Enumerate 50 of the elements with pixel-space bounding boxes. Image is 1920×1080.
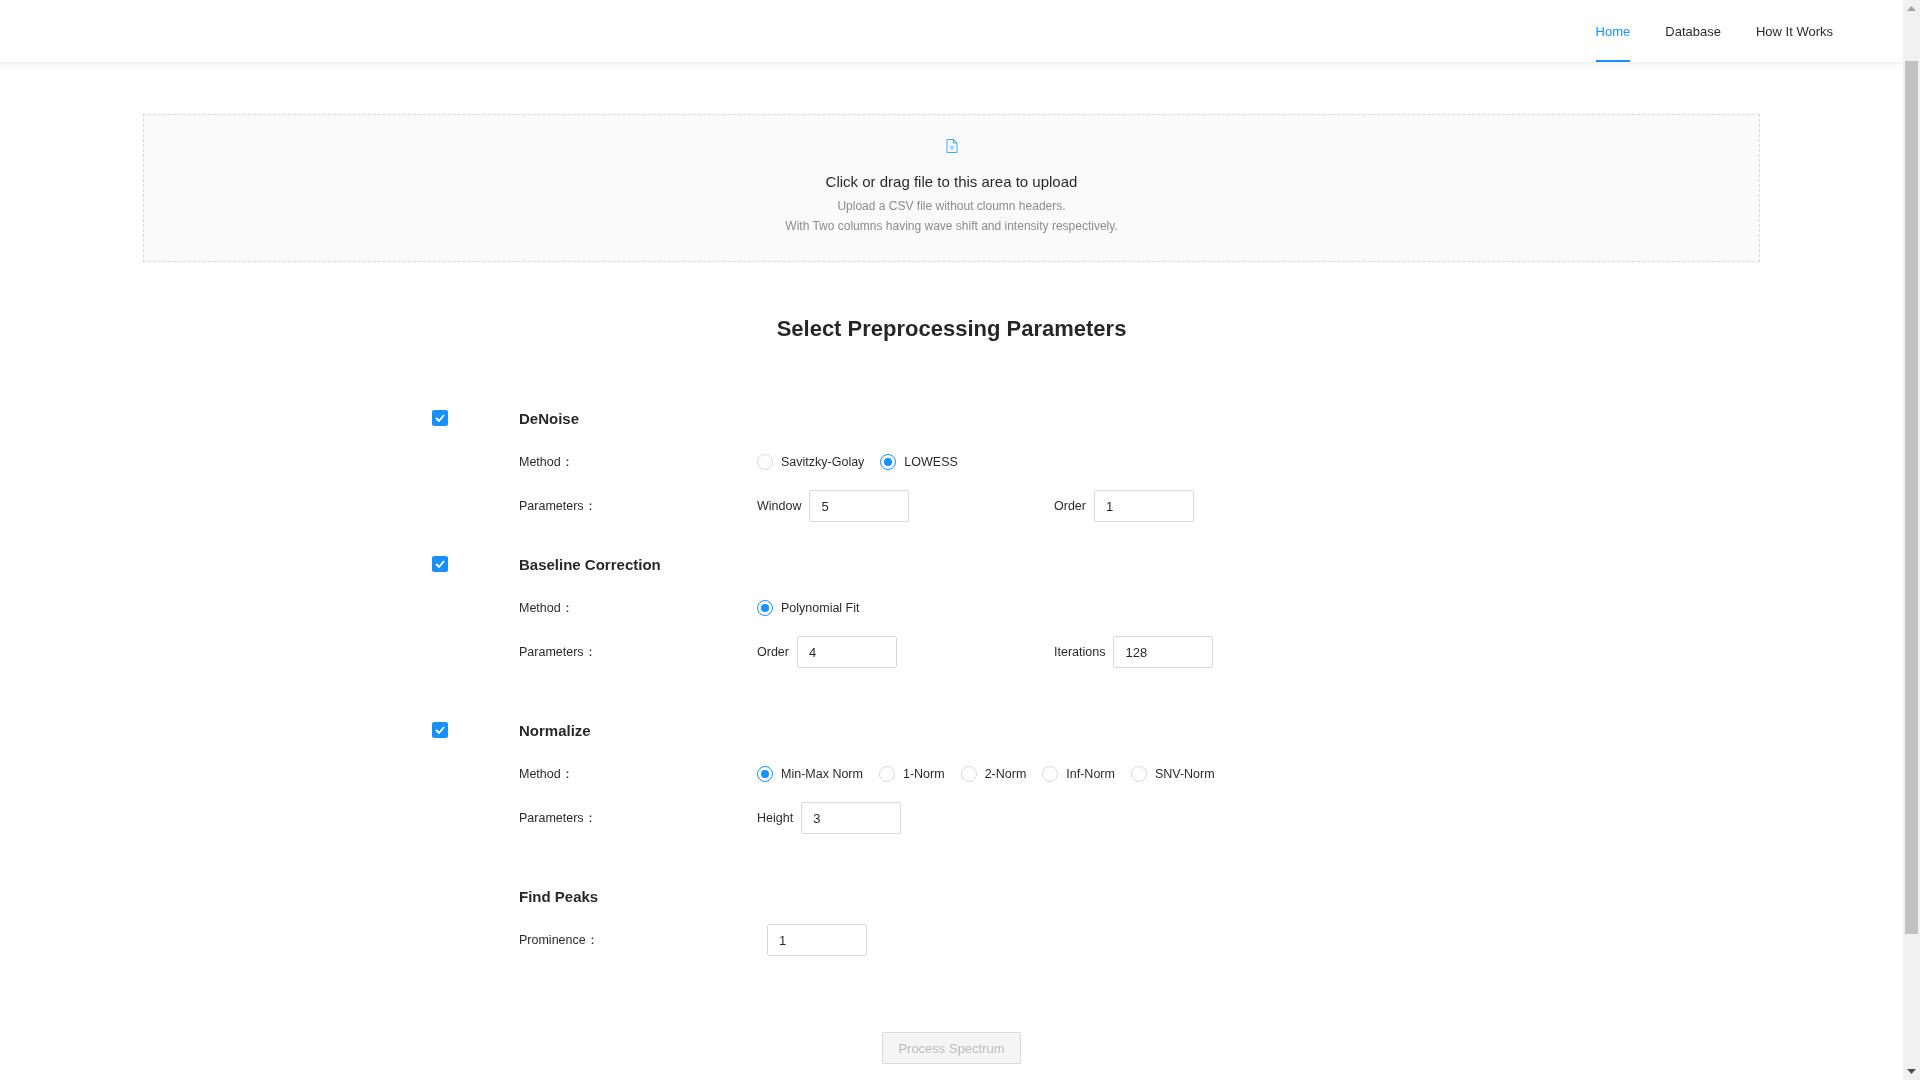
radio-indicator[interactable]	[757, 600, 773, 616]
radio-option[interactable]: 1-Norm	[878, 766, 945, 782]
number-field[interactable]: 1	[767, 924, 867, 956]
row-label: Method：	[519, 454, 574, 469]
radio-indicator[interactable]	[880, 454, 897, 470]
param-label: Window	[757, 499, 802, 513]
checkbox[interactable]	[432, 722, 448, 738]
nav-link[interactable]: Database	[1665, 0, 1721, 62]
check-icon	[435, 560, 445, 568]
row-label: Parameters：	[519, 644, 597, 659]
radio-option[interactable]: Min-Max Norm	[757, 766, 863, 782]
scroll-up-icon[interactable]	[1907, 6, 1916, 11]
checkbox[interactable]	[432, 556, 448, 572]
row-label: Parameters：	[519, 810, 597, 825]
param-label: Order	[1054, 499, 1086, 513]
param-label: Order	[757, 645, 789, 659]
row-label: Method：	[519, 600, 574, 615]
number-field[interactable]: 1	[1093, 490, 1194, 522]
param-label: Iterations	[1054, 645, 1106, 659]
page-heading: Select Preprocessing Parameters	[775, 315, 1128, 343]
radio-option[interactable]: Savitzky-Golay	[757, 454, 865, 470]
param-label: Height	[757, 811, 794, 825]
number-field[interactable]: 3	[801, 802, 902, 834]
number-field[interactable]: 128	[1113, 636, 1214, 668]
checkbox[interactable]	[432, 410, 448, 426]
section-title: Find Peaks	[519, 887, 599, 905]
section-title: Baseline Correction	[519, 555, 661, 573]
number-field[interactable]: 5	[809, 490, 910, 522]
radio-option[interactable]: LOWESS	[880, 454, 958, 470]
number-field[interactable]: 4	[796, 636, 897, 668]
scroll-down-icon[interactable]	[1907, 1069, 1916, 1074]
radio-option[interactable]: Polynomial Fit	[757, 600, 860, 616]
nav-link[interactable]: How It Works	[1755, 0, 1833, 62]
check-icon	[435, 726, 445, 734]
radio-option[interactable]: Inf-Norm	[1042, 766, 1115, 782]
radio-option[interactable]: 2-Norm	[960, 766, 1027, 782]
row-label: Parameters：	[519, 498, 597, 513]
radio-option[interactable]: SNV-Norm	[1130, 766, 1215, 782]
upload-dropzone[interactable]: Click or drag file to this area to upload Upload a CSV file without cloumn headers. With Two columns having wave shift and intensity respectively.	[143, 114, 1760, 262]
section-title: Normalize	[519, 721, 591, 739]
check-icon	[435, 414, 445, 422]
upload-hint: With Two columns having wave shift and intensity respectively.	[785, 219, 1118, 233]
row-label: Method：	[519, 766, 574, 781]
radio-indicator[interactable]	[757, 766, 773, 782]
scroll-thumb[interactable]	[1905, 61, 1918, 934]
upload-title: Click or drag file to this area to upload	[825, 173, 1078, 190]
row-label: Prominence：	[519, 932, 599, 947]
file-icon	[945, 139, 958, 153]
upload-hint: Upload a CSV file without cloumn headers.	[837, 199, 1066, 213]
section-title: DeNoise	[519, 409, 580, 427]
